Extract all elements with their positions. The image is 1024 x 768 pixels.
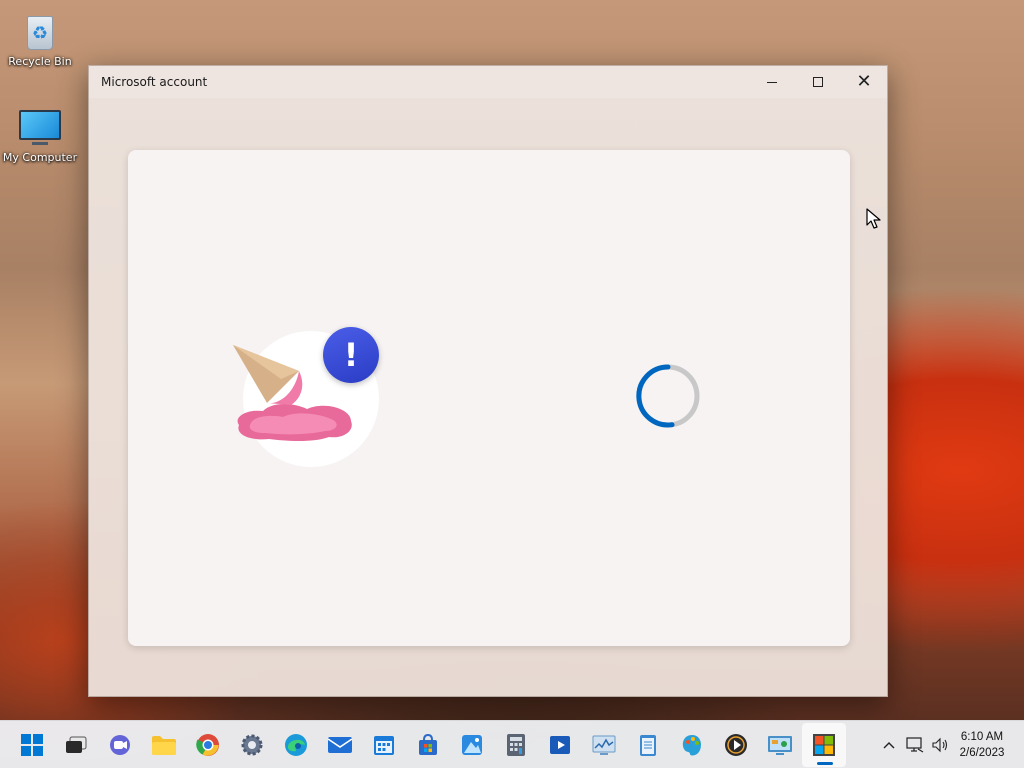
network-icon [906, 737, 924, 753]
control-panel-button[interactable] [758, 723, 802, 767]
play-circle-icon [725, 733, 747, 756]
settings-button[interactable] [230, 723, 274, 767]
maximize-button[interactable] [795, 66, 841, 98]
desktop-icon-recycle-bin[interactable]: Recycle Bin [0, 10, 80, 68]
chrome-button[interactable] [186, 723, 230, 767]
folder-icon [152, 735, 176, 755]
network-button[interactable] [902, 721, 928, 768]
calculator-button[interactable] [494, 723, 538, 767]
paint-button[interactable] [670, 723, 714, 767]
show-hidden-icons-button[interactable] [876, 721, 902, 768]
palette-icon [682, 734, 702, 755]
taskbar: 6:10 AM 2/6/2023 [0, 720, 1024, 768]
performance-monitor-button[interactable] [582, 723, 626, 767]
volume-button[interactable] [928, 721, 954, 768]
notepad-button[interactable] [626, 723, 670, 767]
mail-button[interactable] [318, 723, 362, 767]
ice-cream-cone-icon [233, 345, 303, 405]
chart-monitor-icon [592, 735, 616, 755]
edge-button[interactable] [274, 723, 318, 767]
store-button[interactable] [406, 723, 450, 767]
media-player-button[interactable] [538, 723, 582, 767]
desktop-icon-label: My Computer [2, 151, 78, 164]
window-titlebar[interactable]: Microsoft account ✕ [89, 66, 887, 98]
windows-logo-icon [21, 733, 43, 756]
window-content: ! [89, 98, 887, 696]
chat-icon [110, 734, 130, 755]
file-explorer-button[interactable] [142, 723, 186, 767]
calendar-icon [374, 735, 394, 755]
chevron-up-icon [883, 742, 895, 749]
calculator-icon [507, 733, 525, 756]
video-player-button[interactable] [714, 723, 758, 767]
task-view-button[interactable] [54, 723, 98, 767]
clock-time: 6:10 AM [960, 731, 1004, 743]
microsoft-logo-icon [813, 733, 835, 756]
exclamation-badge-icon: ! [323, 327, 379, 383]
photos-icon [462, 734, 482, 755]
notepad-icon [640, 734, 656, 756]
minimize-button[interactable] [749, 66, 795, 98]
loading-spinner-icon [636, 364, 700, 428]
photos-button[interactable] [450, 723, 494, 767]
system-tray: 6:10 AM 2/6/2023 [876, 721, 1024, 768]
start-button[interactable] [10, 723, 54, 767]
microsoft-store-button[interactable] [802, 722, 846, 767]
desktop-icon-my-computer[interactable]: My Computer [0, 108, 80, 164]
close-button[interactable]: ✕ [841, 66, 887, 98]
gear-icon [241, 734, 263, 755]
close-icon: ✕ [856, 71, 872, 92]
mail-icon [327, 736, 353, 753]
content-card: ! [128, 150, 850, 646]
clock-button[interactable]: 6:10 AM 2/6/2023 [954, 729, 1024, 761]
media-player-icon [550, 735, 570, 754]
control-panel-icon [768, 735, 792, 755]
taskbar-apps [10, 721, 846, 768]
volume-icon [932, 737, 948, 753]
store-bag-icon [419, 733, 437, 755]
monitor-icon [18, 108, 62, 148]
chat-button[interactable] [98, 723, 142, 767]
microsoft-account-window: Microsoft account ✕ ! [88, 65, 888, 697]
recycle-bin-icon [23, 10, 57, 52]
error-illustration: ! [233, 327, 383, 467]
task-view-icon [66, 736, 87, 753]
maximize-icon [813, 77, 823, 87]
minimize-icon [767, 81, 777, 83]
window-title: Microsoft account [101, 75, 208, 89]
calendar-button[interactable] [362, 723, 406, 767]
mouse-cursor-icon [866, 208, 881, 229]
edge-icon [285, 733, 307, 756]
desktop-icon-label: Recycle Bin [8, 55, 72, 68]
clock-date: 2/6/2023 [959, 747, 1005, 759]
chrome-icon [196, 733, 219, 756]
